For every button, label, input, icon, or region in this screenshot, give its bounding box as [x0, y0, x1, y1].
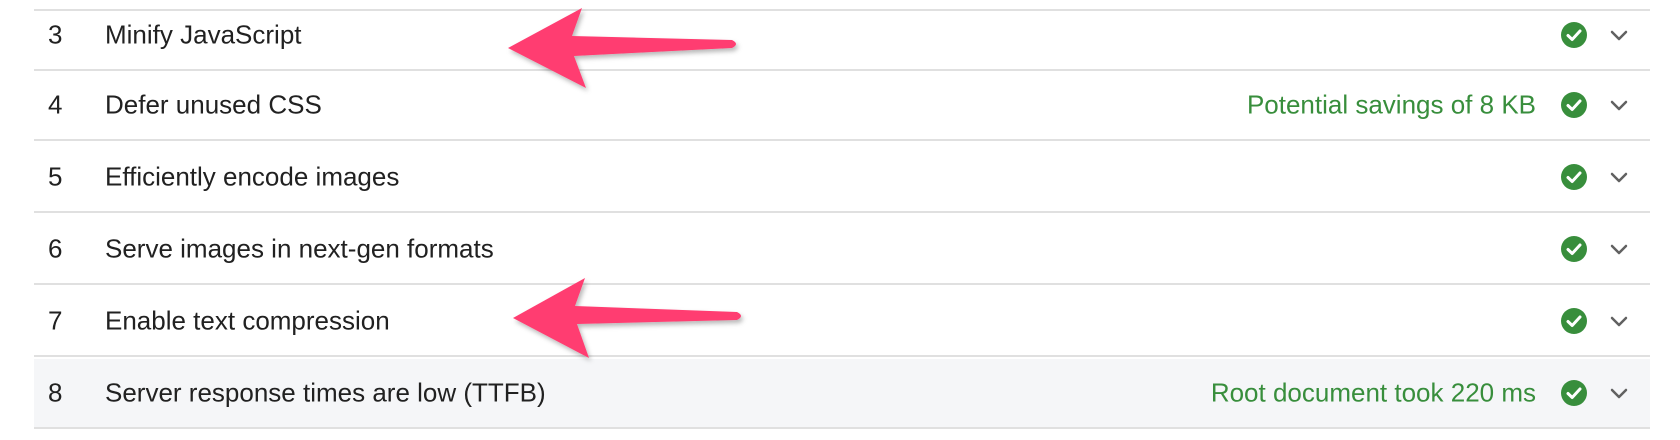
audit-row-serve-next-gen-formats[interactable]: 6 Serve images in next-gen formats — [34, 215, 1650, 285]
chevron-down-icon[interactable] — [1608, 94, 1630, 116]
chevron-down-icon[interactable] — [1608, 24, 1630, 46]
check-circle-icon — [1561, 22, 1587, 48]
audit-title: Defer unused CSS — [105, 89, 322, 120]
chevron-down-icon[interactable] — [1608, 310, 1630, 332]
audit-row-enable-text-compression[interactable]: 7 Enable text compression — [34, 287, 1650, 357]
audit-title: Serve images in next-gen formats — [105, 233, 494, 264]
audit-title: Efficiently encode images — [105, 161, 400, 192]
audit-index: 4 — [48, 89, 63, 120]
chevron-down-icon[interactable] — [1608, 238, 1630, 260]
audit-index: 6 — [48, 233, 63, 264]
chevron-down-icon[interactable] — [1608, 382, 1630, 404]
audit-title: Server response times are low (TTFB) — [105, 377, 546, 408]
audit-row-defer-unused-css[interactable]: 4 Defer unused CSS Potential savings of … — [34, 71, 1650, 141]
audit-title: Minify JavaScript — [105, 19, 302, 50]
audit-index: 3 — [48, 19, 63, 50]
check-circle-icon — [1561, 308, 1587, 334]
audit-row-efficiently-encode-images[interactable]: 5 Efficiently encode images — [34, 143, 1650, 213]
audit-row-server-response-times[interactable]: 8 Server response times are low (TTFB) R… — [34, 359, 1650, 429]
audit-row-minify-javascript[interactable]: 3 Minify JavaScript — [34, 1, 1650, 71]
audit-display-value: Root document took 220 ms — [1210, 377, 1536, 408]
check-circle-icon — [1561, 164, 1587, 190]
audit-index: 5 — [48, 161, 63, 192]
check-circle-icon — [1561, 92, 1587, 118]
chevron-down-icon[interactable] — [1608, 166, 1630, 188]
check-circle-icon — [1561, 380, 1587, 406]
audit-display-value: Potential savings of 8 KB — [1246, 89, 1536, 120]
audit-index: 7 — [48, 305, 63, 336]
audit-title: Enable text compression — [105, 305, 390, 336]
audit-panel: 3 Minify JavaScript 4 Defer unused CSS P… — [0, 0, 1680, 440]
check-circle-icon — [1561, 236, 1587, 262]
audit-index: 8 — [48, 377, 63, 408]
